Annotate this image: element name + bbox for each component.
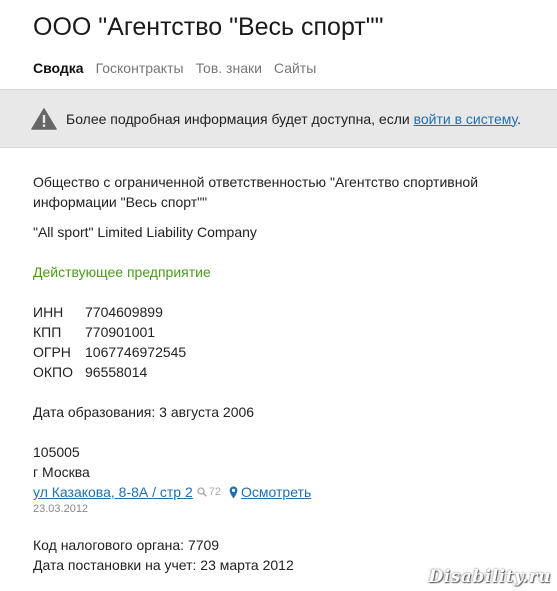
code-value: 96558014 bbox=[85, 364, 148, 380]
code-value: 7704609899 bbox=[85, 304, 163, 320]
tab-summary[interactable]: Сводка bbox=[33, 60, 84, 76]
tax-office-code: Код налогового органа: 7709 bbox=[33, 537, 220, 553]
company-details: Общество с ограниченной ответственностью… bbox=[33, 172, 523, 575]
map-pin-icon bbox=[229, 486, 238, 498]
city: г Москва bbox=[33, 464, 90, 480]
view-map-label: Осмотреть bbox=[241, 484, 312, 500]
code-label: КПП bbox=[33, 324, 62, 340]
street-line: ул Казакова, 8-8А / стр 2 72 Осмотреть bbox=[33, 482, 523, 502]
full-name: Общество с ограниченной ответственностью… bbox=[33, 174, 479, 210]
tab-trademarks[interactable]: Тов. знаки bbox=[196, 60, 262, 76]
registration-codes: ИНН 7704609899 КПП 770901001 ОГРН 106774… bbox=[33, 302, 186, 382]
tab-sites[interactable]: Сайты bbox=[274, 60, 316, 76]
code-row: ИНН 7704609899 bbox=[33, 302, 186, 322]
login-notice: Более подробная информация будет доступн… bbox=[0, 89, 557, 148]
views-counter: 72 bbox=[197, 482, 221, 502]
warning-icon bbox=[31, 107, 57, 130]
watermark-logo: Disability.ru bbox=[428, 567, 551, 587]
address-date: 23.03.2012 bbox=[33, 503, 89, 515]
code-value: 1067746972545 bbox=[85, 344, 187, 360]
page-header: ООО "Агентство "Весь спорт"" Сводка Госк… bbox=[0, 0, 557, 76]
code-row: ОГРН 1067746972545 bbox=[33, 342, 186, 362]
english-name: "All sport" Limited Liability Company bbox=[33, 224, 257, 240]
notice-text: Более подробная информация будет доступн… bbox=[66, 110, 522, 127]
login-link[interactable]: войти в систему bbox=[414, 111, 518, 127]
tab-gov-contracts[interactable]: Госконтракты bbox=[96, 60, 184, 76]
postal-code: 105005 bbox=[33, 444, 80, 460]
tab-bar: Сводка Госконтракты Тов. знаки Сайты bbox=[33, 60, 524, 76]
views-count: 72 bbox=[208, 486, 222, 498]
view-map-link[interactable]: Осмотреть bbox=[229, 482, 311, 502]
code-label: ИНН bbox=[33, 304, 64, 320]
code-row: КПП 770901001 bbox=[33, 322, 186, 342]
magnifier-icon bbox=[197, 487, 207, 497]
code-label: ОКПО bbox=[33, 364, 73, 380]
status-label: Действующее предприятие bbox=[33, 264, 211, 280]
founded-date: Дата образования: 3 августа 2006 bbox=[33, 404, 255, 420]
code-label: ОГРН bbox=[33, 344, 71, 360]
page-title: ООО "Агентство "Весь спорт"" bbox=[33, 13, 384, 41]
address-block: 105005 г Москва ул Казакова, 8-8А / стр … bbox=[33, 442, 523, 516]
code-row: ОКПО 96558014 bbox=[33, 362, 186, 382]
street-link[interactable]: ул Казакова, 8-8А / стр 2 bbox=[33, 482, 193, 502]
code-value: 770901001 bbox=[85, 324, 156, 340]
